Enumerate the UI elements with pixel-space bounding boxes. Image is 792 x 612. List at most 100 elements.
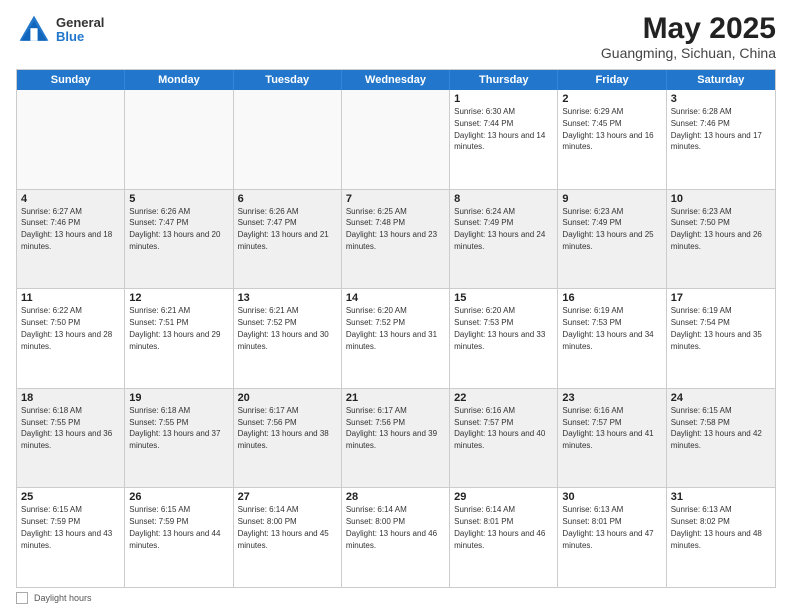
day-number: 6: [238, 193, 337, 205]
day-number: 14: [346, 292, 445, 304]
cell-text: Sunrise: 6:16 AMSunset: 7:57 PMDaylight:…: [562, 406, 653, 450]
calendar-header-cell: Wednesday: [342, 70, 450, 90]
calendar-row: 25 Sunrise: 6:15 AMSunset: 7:59 PMDaylig…: [17, 487, 775, 587]
cell-text: Sunrise: 6:23 AMSunset: 7:50 PMDaylight:…: [671, 207, 762, 251]
calendar-row: 4 Sunrise: 6:27 AMSunset: 7:46 PMDayligh…: [17, 189, 775, 289]
cell-text: Sunrise: 6:29 AMSunset: 7:45 PMDaylight:…: [562, 107, 653, 151]
cell-text: Sunrise: 6:13 AMSunset: 8:02 PMDaylight:…: [671, 505, 762, 549]
cell-text: Sunrise: 6:19 AMSunset: 7:54 PMDaylight:…: [671, 306, 762, 350]
header: General Blue May 2025 Guangming, Sichuan…: [16, 12, 776, 61]
day-number: 23: [562, 392, 661, 404]
calendar-row: 1 Sunrise: 6:30 AMSunset: 7:44 PMDayligh…: [17, 90, 775, 189]
calendar-cell: 7 Sunrise: 6:25 AMSunset: 7:48 PMDayligh…: [342, 190, 450, 289]
calendar-cell: 9 Sunrise: 6:23 AMSunset: 7:49 PMDayligh…: [558, 190, 666, 289]
calendar-body: 1 Sunrise: 6:30 AMSunset: 7:44 PMDayligh…: [17, 90, 775, 587]
day-number: 25: [21, 491, 120, 503]
cell-text: Sunrise: 6:15 AMSunset: 7:59 PMDaylight:…: [129, 505, 220, 549]
day-number: 7: [346, 193, 445, 205]
page: General Blue May 2025 Guangming, Sichuan…: [0, 0, 792, 612]
day-number: 8: [454, 193, 553, 205]
logo-icon: [16, 12, 52, 48]
calendar-cell: 8 Sunrise: 6:24 AMSunset: 7:49 PMDayligh…: [450, 190, 558, 289]
cell-text: Sunrise: 6:13 AMSunset: 8:01 PMDaylight:…: [562, 505, 653, 549]
cell-text: Sunrise: 6:24 AMSunset: 7:49 PMDaylight:…: [454, 207, 545, 251]
cell-text: Sunrise: 6:19 AMSunset: 7:53 PMDaylight:…: [562, 306, 653, 350]
cell-text: Sunrise: 6:26 AMSunset: 7:47 PMDaylight:…: [129, 207, 220, 251]
cell-text: Sunrise: 6:28 AMSunset: 7:46 PMDaylight:…: [671, 107, 762, 151]
calendar-cell: 24 Sunrise: 6:15 AMSunset: 7:58 PMDaylig…: [667, 389, 775, 488]
calendar-cell: [342, 90, 450, 189]
cell-text: Sunrise: 6:22 AMSunset: 7:50 PMDaylight:…: [21, 306, 112, 350]
calendar-header-cell: Friday: [558, 70, 666, 90]
cell-text: Sunrise: 6:17 AMSunset: 7:56 PMDaylight:…: [238, 406, 329, 450]
calendar-cell: 22 Sunrise: 6:16 AMSunset: 7:57 PMDaylig…: [450, 389, 558, 488]
calendar-cell: 4 Sunrise: 6:27 AMSunset: 7:46 PMDayligh…: [17, 190, 125, 289]
cell-text: Sunrise: 6:18 AMSunset: 7:55 PMDaylight:…: [129, 406, 220, 450]
calendar-cell: 10 Sunrise: 6:23 AMSunset: 7:50 PMDaylig…: [667, 190, 775, 289]
day-number: 21: [346, 392, 445, 404]
day-number: 11: [21, 292, 120, 304]
calendar-cell: 23 Sunrise: 6:16 AMSunset: 7:57 PMDaylig…: [558, 389, 666, 488]
calendar-cell: 1 Sunrise: 6:30 AMSunset: 7:44 PMDayligh…: [450, 90, 558, 189]
calendar-cell: 11 Sunrise: 6:22 AMSunset: 7:50 PMDaylig…: [17, 289, 125, 388]
calendar-cell: 31 Sunrise: 6:13 AMSunset: 8:02 PMDaylig…: [667, 488, 775, 587]
calendar-cell: 12 Sunrise: 6:21 AMSunset: 7:51 PMDaylig…: [125, 289, 233, 388]
day-number: 16: [562, 292, 661, 304]
cell-text: Sunrise: 6:21 AMSunset: 7:52 PMDaylight:…: [238, 306, 329, 350]
day-number: 29: [454, 491, 553, 503]
day-number: 27: [238, 491, 337, 503]
cell-text: Sunrise: 6:26 AMSunset: 7:47 PMDaylight:…: [238, 207, 329, 251]
logo: General Blue: [16, 12, 104, 48]
cell-text: Sunrise: 6:30 AMSunset: 7:44 PMDaylight:…: [454, 107, 545, 151]
calendar-cell: 17 Sunrise: 6:19 AMSunset: 7:54 PMDaylig…: [667, 289, 775, 388]
title-block: May 2025 Guangming, Sichuan, China: [601, 12, 776, 61]
day-number: 5: [129, 193, 228, 205]
cell-text: Sunrise: 6:14 AMSunset: 8:01 PMDaylight:…: [454, 505, 545, 549]
calendar-cell: 26 Sunrise: 6:15 AMSunset: 7:59 PMDaylig…: [125, 488, 233, 587]
day-number: 19: [129, 392, 228, 404]
calendar-cell: 13 Sunrise: 6:21 AMSunset: 7:52 PMDaylig…: [234, 289, 342, 388]
footer: Daylight hours: [16, 592, 776, 604]
calendar-cell: 2 Sunrise: 6:29 AMSunset: 7:45 PMDayligh…: [558, 90, 666, 189]
calendar-cell: 27 Sunrise: 6:14 AMSunset: 8:00 PMDaylig…: [234, 488, 342, 587]
calendar-cell: 19 Sunrise: 6:18 AMSunset: 7:55 PMDaylig…: [125, 389, 233, 488]
logo-text: General Blue: [56, 16, 104, 45]
calendar-cell: 29 Sunrise: 6:14 AMSunset: 8:01 PMDaylig…: [450, 488, 558, 587]
calendar-cell: 20 Sunrise: 6:17 AMSunset: 7:56 PMDaylig…: [234, 389, 342, 488]
cell-text: Sunrise: 6:15 AMSunset: 7:59 PMDaylight:…: [21, 505, 112, 549]
cell-text: Sunrise: 6:21 AMSunset: 7:51 PMDaylight:…: [129, 306, 220, 350]
calendar-row: 18 Sunrise: 6:18 AMSunset: 7:55 PMDaylig…: [17, 388, 775, 488]
day-number: 12: [129, 292, 228, 304]
calendar-cell: 15 Sunrise: 6:20 AMSunset: 7:53 PMDaylig…: [450, 289, 558, 388]
calendar-cell: 18 Sunrise: 6:18 AMSunset: 7:55 PMDaylig…: [17, 389, 125, 488]
calendar-cell: [17, 90, 125, 189]
calendar-cell: [234, 90, 342, 189]
calendar-header-cell: Saturday: [667, 70, 775, 90]
logo-general-text: General: [56, 16, 104, 30]
day-number: 17: [671, 292, 771, 304]
calendar-cell: 16 Sunrise: 6:19 AMSunset: 7:53 PMDaylig…: [558, 289, 666, 388]
cell-text: Sunrise: 6:14 AMSunset: 8:00 PMDaylight:…: [238, 505, 329, 549]
calendar-cell: 3 Sunrise: 6:28 AMSunset: 7:46 PMDayligh…: [667, 90, 775, 189]
day-number: 13: [238, 292, 337, 304]
calendar-cell: 30 Sunrise: 6:13 AMSunset: 8:01 PMDaylig…: [558, 488, 666, 587]
cell-text: Sunrise: 6:18 AMSunset: 7:55 PMDaylight:…: [21, 406, 112, 450]
calendar-cell: [125, 90, 233, 189]
day-number: 4: [21, 193, 120, 205]
calendar-header-cell: Sunday: [17, 70, 125, 90]
calendar-header-cell: Tuesday: [234, 70, 342, 90]
day-number: 15: [454, 292, 553, 304]
calendar-row: 11 Sunrise: 6:22 AMSunset: 7:50 PMDaylig…: [17, 288, 775, 388]
day-number: 24: [671, 392, 771, 404]
page-title: May 2025: [601, 12, 776, 45]
calendar-header-cell: Thursday: [450, 70, 558, 90]
day-number: 2: [562, 93, 661, 105]
cell-text: Sunrise: 6:20 AMSunset: 7:53 PMDaylight:…: [454, 306, 545, 350]
day-number: 26: [129, 491, 228, 503]
day-number: 1: [454, 93, 553, 105]
day-number: 30: [562, 491, 661, 503]
calendar: SundayMondayTuesdayWednesdayThursdayFrid…: [16, 69, 776, 588]
cell-text: Sunrise: 6:17 AMSunset: 7:56 PMDaylight:…: [346, 406, 437, 450]
day-number: 22: [454, 392, 553, 404]
calendar-cell: 6 Sunrise: 6:26 AMSunset: 7:47 PMDayligh…: [234, 190, 342, 289]
